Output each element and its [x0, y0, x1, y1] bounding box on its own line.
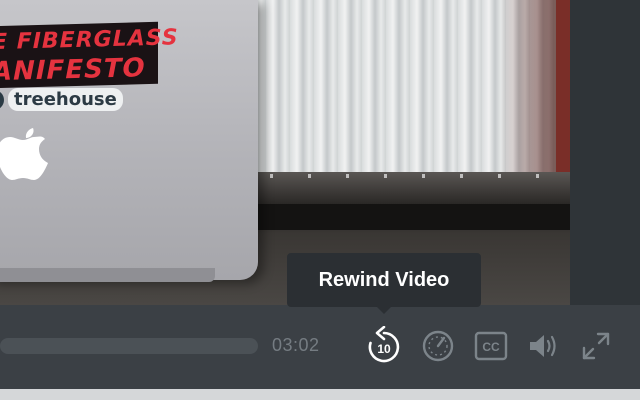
- fiberglass-manifesto-sticker: E FIBERGLASS ANIFESTO: [0, 21, 179, 89]
- apple-logo-icon: [0, 128, 48, 180]
- sticker-text-line2: ANIFESTO: [0, 53, 146, 88]
- video-frame[interactable]: E FIBERGLASS ANIFESTO treehouse: [0, 0, 570, 305]
- rewind-seconds-label: 10: [377, 342, 391, 356]
- closed-captions-icon: CC: [474, 331, 508, 361]
- playback-speed-button[interactable]: [418, 326, 458, 366]
- laptop-lid: E FIBERGLASS ANIFESTO treehouse: [0, 0, 258, 280]
- rewind-tooltip: Rewind Video: [287, 253, 481, 307]
- closed-captions-button[interactable]: CC: [471, 326, 511, 366]
- rewind-button[interactable]: 10: [364, 326, 404, 366]
- tooltip-text: Rewind Video: [318, 268, 450, 291]
- fullscreen-icon: [582, 332, 610, 360]
- video-player: E FIBERGLASS ANIFESTO treehouse 03:02 10: [0, 0, 640, 400]
- treehouse-sticker: treehouse: [0, 88, 123, 111]
- floor-lights: [270, 174, 570, 178]
- progress-bar[interactable]: [0, 338, 258, 354]
- rewind-10-icon: 10: [368, 326, 400, 363]
- cc-label: CC: [482, 340, 500, 354]
- current-time: 03:02: [272, 335, 320, 355]
- playback-speed-icon: [422, 330, 454, 362]
- treehouse-badge-icon: [0, 89, 4, 110]
- fullscreen-button[interactable]: [576, 326, 616, 366]
- volume-button[interactable]: [524, 326, 564, 366]
- sticker-text-line1: E FIBERGLASS: [0, 25, 179, 56]
- page-strip: [0, 389, 640, 400]
- red-wall-edge: [556, 0, 570, 200]
- tooltip-arrow: [376, 306, 392, 314]
- volume-icon: [530, 335, 556, 357]
- treehouse-logo-text: treehouse: [8, 88, 123, 111]
- laptop-base: [0, 268, 215, 282]
